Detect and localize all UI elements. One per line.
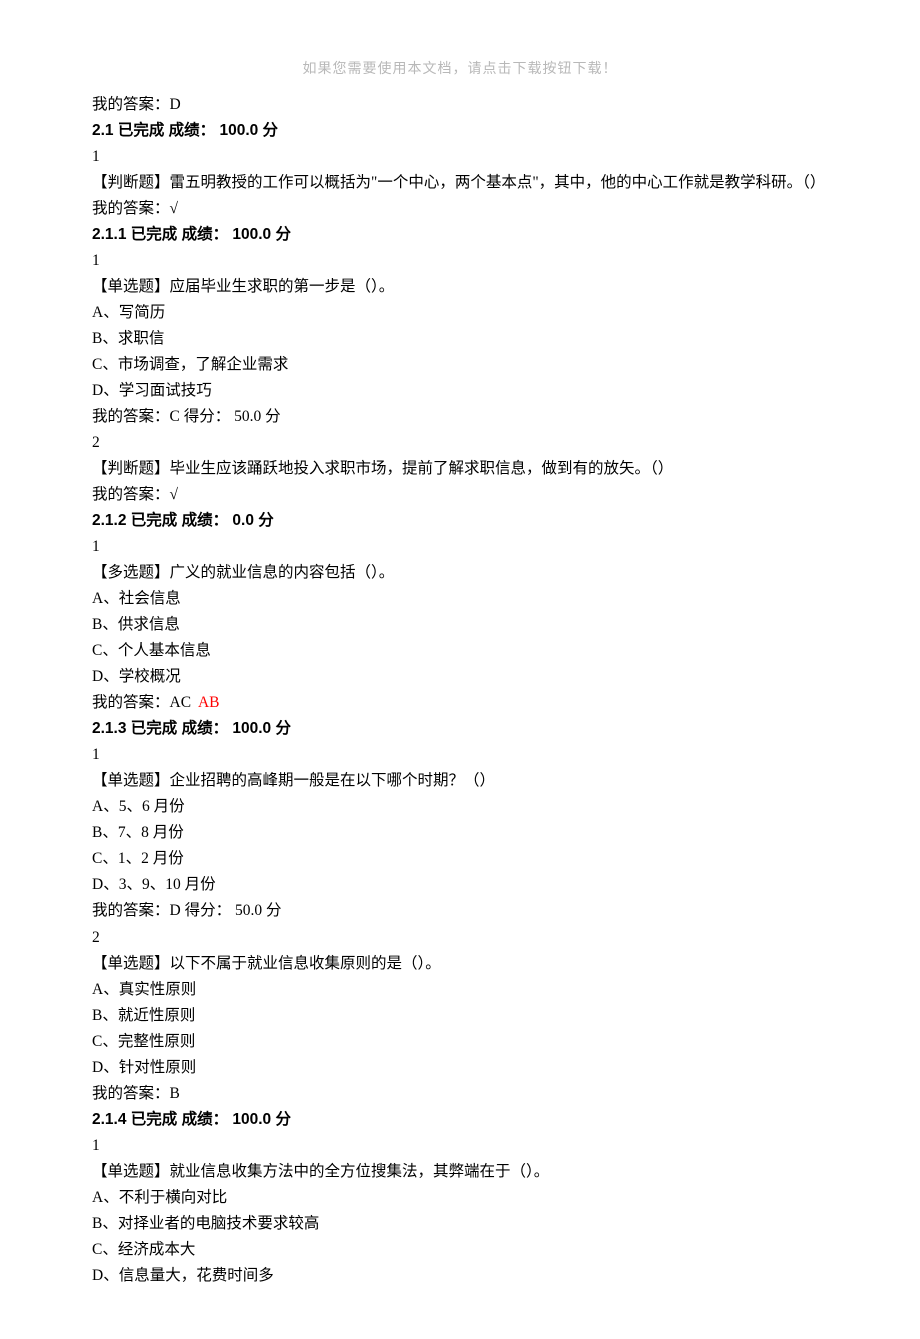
text-line: A、社会信息 <box>92 586 828 612</box>
text-line: 我的答案：D <box>92 92 828 118</box>
correction-text: AB <box>198 694 220 711</box>
text-line: 我的答案：AC AB <box>92 690 828 716</box>
text-line: 【单选题】应届毕业生求职的第一步是（）。 <box>92 274 828 300</box>
text-line: 1 <box>92 534 828 560</box>
text-line: 我的答案：√ <box>92 196 828 222</box>
text-span: 我的答案：AC <box>92 694 198 711</box>
text-line: A、写简历 <box>92 300 828 326</box>
text-line: 【判断题】毕业生应该踊跃地投入求职市场，提前了解求职信息，做到有的放矢。（） <box>92 456 828 482</box>
text-line: D、针对性原则 <box>92 1055 828 1081</box>
text-line: D、学习面试技巧 <box>92 378 828 404</box>
text-line: 我的答案：C 得分： 50.0 分 <box>92 404 828 430</box>
section-header: 2.1.1 已完成 成绩： 100.0 分 <box>92 222 828 248</box>
text-line: D、学校概况 <box>92 664 828 690</box>
text-line: C、市场调查，了解企业需求 <box>92 352 828 378</box>
text-line: 1 <box>92 144 828 170</box>
text-line: B、供求信息 <box>92 612 828 638</box>
text-line: 我的答案：B <box>92 1081 828 1107</box>
text-line: A、不利于横向对比 <box>92 1185 828 1211</box>
text-line: 1 <box>92 742 828 768</box>
text-line: 1 <box>92 248 828 274</box>
text-line: D、信息量大，花费时间多 <box>92 1263 828 1289</box>
text-line: A、真实性原则 <box>92 977 828 1003</box>
text-line: C、1、2 月份 <box>92 846 828 872</box>
text-line: 我的答案：√ <box>92 482 828 508</box>
text-line: D、3、9、10 月份 <box>92 872 828 898</box>
text-line: A、5、6 月份 <box>92 794 828 820</box>
text-line: B、7、8 月份 <box>92 820 828 846</box>
text-line: 【多选题】广义的就业信息的内容包括（）。 <box>92 560 828 586</box>
section-header: 2.1.3 已完成 成绩： 100.0 分 <box>92 716 828 742</box>
text-line: 2 <box>92 925 828 951</box>
text-line: 我的答案：D 得分： 50.0 分 <box>92 898 828 924</box>
text-line: B、求职信 <box>92 326 828 352</box>
section-header: 2.1 已完成 成绩： 100.0 分 <box>92 118 828 144</box>
text-line: 【单选题】就业信息收集方法中的全方位搜集法，其弊端在于（）。 <box>92 1159 828 1185</box>
section-header: 2.1.2 已完成 成绩： 0.0 分 <box>92 508 828 534</box>
text-line: C、个人基本信息 <box>92 638 828 664</box>
text-line: 【单选题】以下不属于就业信息收集原则的是（）。 <box>92 951 828 977</box>
text-line: C、完整性原则 <box>92 1029 828 1055</box>
text-line: 1 <box>92 1133 828 1159</box>
text-line: C、经济成本大 <box>92 1237 828 1263</box>
document-page: 如果您需要使用本文档，请点击下载按钮下载！ 我的答案：D2.1 已完成 成绩： … <box>0 0 920 1339</box>
text-line: 2 <box>92 430 828 456</box>
text-line: B、就近性原则 <box>92 1003 828 1029</box>
document-body: 我的答案：D2.1 已完成 成绩： 100.0 分1【判断题】雷五明教授的工作可… <box>92 92 828 1289</box>
text-line: 【单选题】企业招聘的高峰期一般是在以下哪个时期？（） <box>92 768 828 794</box>
text-line: B、对择业者的电脑技术要求较高 <box>92 1211 828 1237</box>
header-note: 如果您需要使用本文档，请点击下载按钮下载！ <box>92 58 828 82</box>
text-line: 【判断题】雷五明教授的工作可以概括为"一个中心，两个基本点"，其中，他的中心工作… <box>92 170 828 196</box>
section-header: 2.1.4 已完成 成绩： 100.0 分 <box>92 1107 828 1133</box>
